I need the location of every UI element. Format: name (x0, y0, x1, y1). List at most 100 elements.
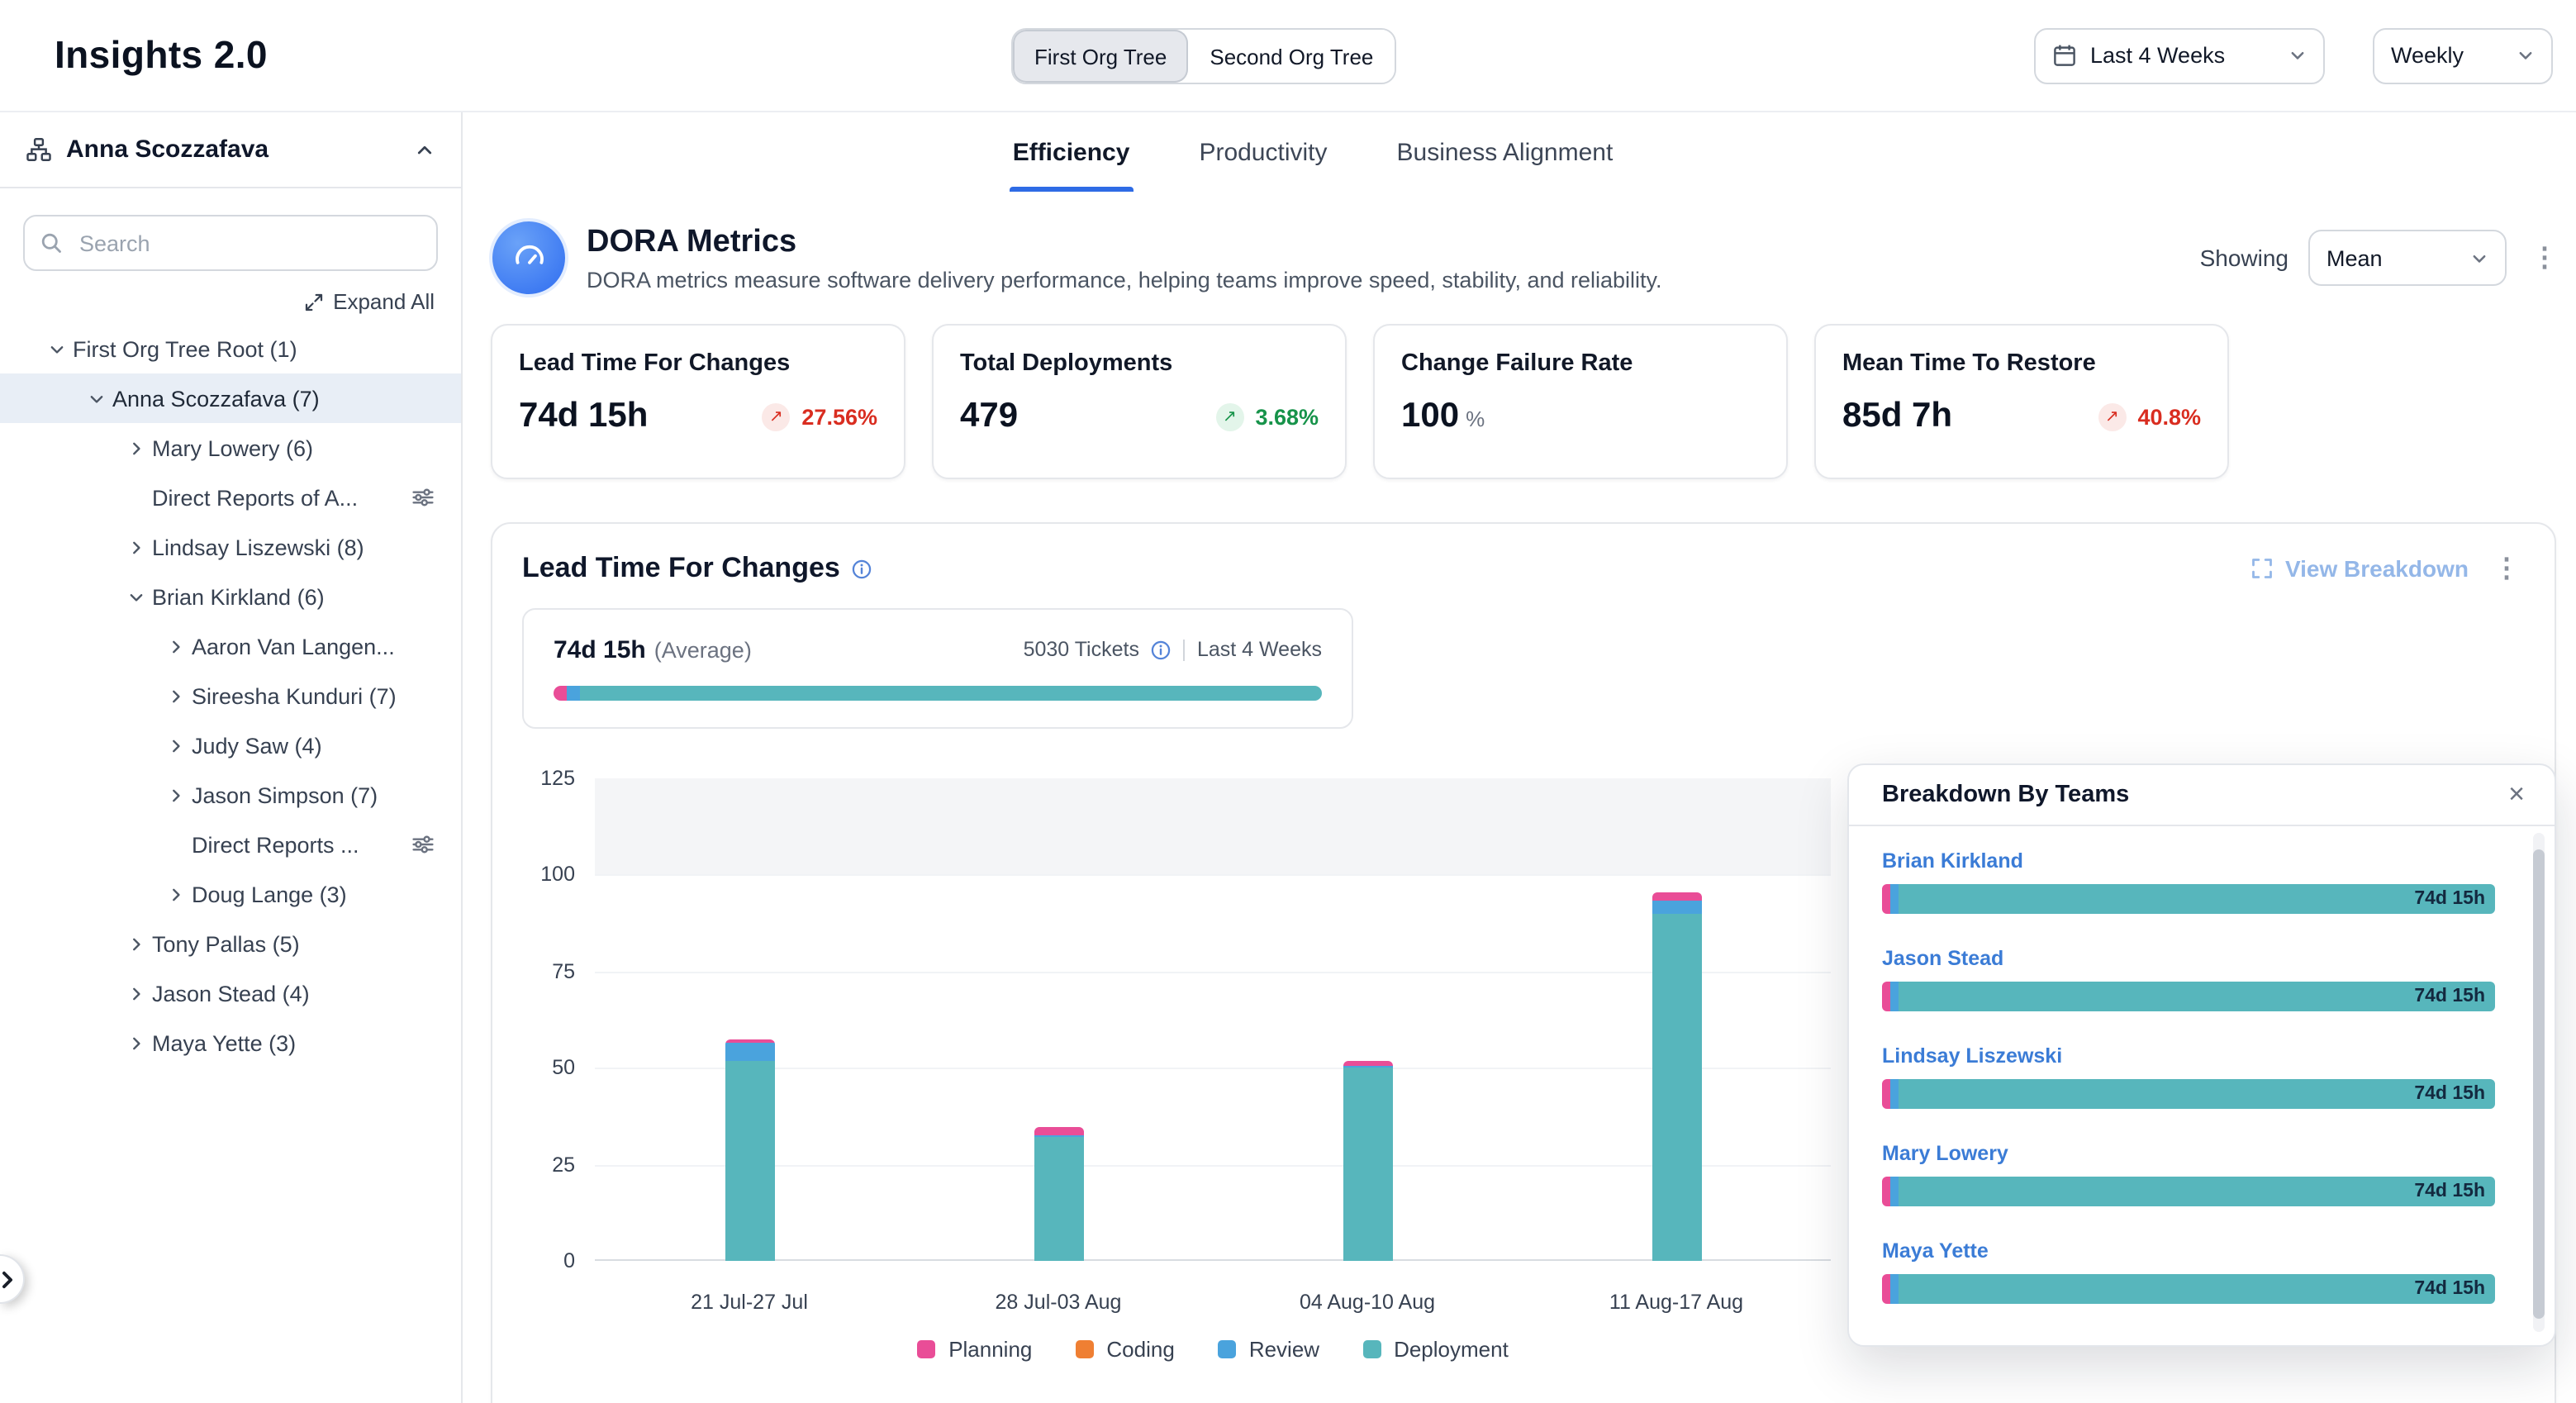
team-link[interactable]: Lindsay Liszewski (1882, 1044, 2062, 1069)
chevron-right-icon[interactable] (119, 1026, 152, 1059)
toggle-first-org-tree[interactable]: First Org Tree (1013, 30, 1188, 83)
tree-item[interactable]: Doug Lange (3) (0, 869, 461, 919)
expand-all-button[interactable]: Expand All (303, 289, 435, 314)
filter-icon[interactable] (411, 486, 435, 509)
tree-item-label: Doug Lange (3) (192, 882, 347, 906)
tree-item[interactable]: Aaron Van Langen... (0, 621, 461, 671)
more-options-icon[interactable] (2488, 552, 2525, 585)
dora-metrics-icon (492, 221, 565, 294)
chevron-right-icon[interactable] (119, 530, 152, 564)
metric-card-change-failure-rate: Change Failure Rate 100% (1373, 324, 1788, 479)
chevron-right-icon[interactable] (119, 927, 152, 960)
team-stacked-bar[interactable]: 74d 15h (1882, 1274, 2495, 1304)
metric-delta: 3.68% (1215, 402, 1319, 430)
bar-plot (595, 778, 1831, 1261)
metric-unit: % (1466, 407, 1485, 431)
tab-efficiency[interactable]: Efficiency (1010, 112, 1134, 192)
legend-item-deployment[interactable]: Deployment (1362, 1337, 1509, 1362)
metric-value: 100 (1401, 397, 1459, 435)
team-link[interactable]: Jason Stead (1882, 947, 2003, 972)
tree-item[interactable]: Jason Simpson (7) (0, 770, 461, 820)
breakdown-title: Breakdown By Teams (1882, 782, 2129, 808)
legend-item-coding[interactable]: Coding (1075, 1337, 1174, 1362)
aggregation-select[interactable]: Mean (2308, 230, 2507, 286)
team-stacked-bar[interactable]: 74d 15h (1882, 884, 2495, 914)
org-tree-icon (26, 137, 51, 162)
tree-item[interactable]: Brian Kirkland (6) (0, 572, 461, 621)
tree-item[interactable]: Anna Scozzafava (7) (0, 373, 461, 423)
tab-productivity[interactable]: Productivity (1195, 112, 1330, 192)
tree-item-label: Direct Reports of A... (152, 485, 358, 510)
chevron-down-icon[interactable] (79, 382, 112, 415)
chevron-right-icon[interactable] (119, 977, 152, 1010)
stacked-bar[interactable] (725, 1039, 774, 1261)
team-link[interactable]: Mary Lowery (1882, 1142, 2008, 1167)
x-axis-label: 11 Aug-17 Aug (1522, 1291, 1831, 1314)
chevron-down-icon (2470, 249, 2488, 267)
chevron-right-icon[interactable] (159, 679, 192, 712)
dora-title: DORA Metrics (587, 224, 1662, 260)
breakdown-items: Brian Kirkland 74d 15h Jason Stead 74d 15h L… (1882, 848, 2495, 1304)
tree-item[interactable]: Direct Reports ... (0, 820, 461, 869)
breakdown-team-row: Mary Lowery 74d 15h (1882, 1140, 2495, 1206)
chevron-right-icon[interactable] (159, 729, 192, 762)
chevron-right-icon[interactable] (159, 877, 192, 911)
tree-item[interactable]: Direct Reports of A... (0, 473, 461, 522)
chevron-up-icon[interactable] (415, 140, 435, 159)
team-bar-segment-deployment: 74d 15h (1899, 1274, 2495, 1304)
y-axis-label: 125 (522, 765, 575, 792)
tickets-count: 5030 Tickets (1024, 638, 1139, 661)
breakdown-team-row: Jason Stead 74d 15h (1882, 945, 2495, 1011)
tree-item[interactable]: First Org Tree Root (1) (0, 324, 461, 373)
team-value: 74d 15h (2414, 1182, 2495, 1201)
scrollbar-thumb[interactable] (2533, 849, 2545, 1319)
search-icon (40, 231, 63, 254)
legend-item-planning[interactable]: Planning (917, 1337, 1032, 1362)
team-bar-segment-planning (1882, 884, 1890, 914)
tree-item[interactable]: Tony Pallas (5) (0, 919, 461, 968)
team-link[interactable]: Brian Kirkland (1882, 849, 2023, 874)
chevron-right-icon[interactable] (159, 778, 192, 811)
tree-item[interactable]: Lindsay Liszewski (8) (0, 522, 461, 572)
date-range-select[interactable]: Last 4 Weeks (2034, 27, 2325, 83)
tree-item[interactable]: Mary Lowery (6) (0, 423, 461, 473)
info-icon[interactable] (852, 558, 873, 579)
tree-item[interactable]: Sireesha Kunduri (7) (0, 671, 461, 721)
stacked-bar[interactable] (1034, 1128, 1083, 1261)
team-value: 74d 15h (2414, 987, 2495, 1006)
y-axis-label: 50 (522, 1054, 575, 1081)
tree-item[interactable]: Jason Stead (4) (0, 968, 461, 1018)
info-icon[interactable] (1151, 639, 1172, 660)
expand-all-icon (303, 292, 323, 312)
team-stacked-bar[interactable]: 74d 15h (1882, 1177, 2495, 1206)
tree-item[interactable]: Maya Yette (3) (0, 1018, 461, 1068)
chevron-right-icon[interactable] (159, 630, 192, 663)
team-link[interactable]: Maya Yette (1882, 1239, 1989, 1264)
bar-segment-planning (1034, 1128, 1083, 1135)
toggle-second-org-tree[interactable]: Second Org Tree (1188, 30, 1395, 83)
more-options-icon[interactable] (2526, 241, 2563, 274)
legend-item-review[interactable]: Review (1218, 1337, 1319, 1362)
bar-segment-deployment (1652, 914, 1701, 1261)
filter-icon[interactable] (411, 833, 435, 856)
stacked-bar[interactable] (1652, 892, 1701, 1261)
legend-label: Coding (1106, 1337, 1174, 1362)
granularity-select[interactable]: Weekly (2373, 27, 2553, 83)
expand-all-row: Expand All (26, 289, 435, 314)
tab-business-alignment[interactable]: Business Alignment (1394, 112, 1617, 192)
tree-item[interactable]: Judy Saw (4) (0, 721, 461, 770)
search-input[interactable] (23, 215, 438, 271)
breakdown-header: Breakdown By Teams (1849, 765, 2555, 826)
chevron-down-icon[interactable] (119, 580, 152, 613)
view-breakdown-button[interactable]: View Breakdown (2250, 555, 2469, 582)
chevron-down-icon[interactable] (40, 332, 73, 365)
summary-bar-segment-planning (554, 686, 567, 701)
team-stacked-bar[interactable]: 74d 15h (1882, 982, 2495, 1011)
chevron-right-icon[interactable] (119, 431, 152, 464)
breakdown-team-row: Brian Kirkland 74d 15h (1882, 848, 2495, 914)
metric-title: Total Deployments (960, 350, 1319, 377)
team-stacked-bar[interactable]: 74d 15h (1882, 1079, 2495, 1109)
lead-time-summary: 74d 15h (Average) 5030 Tickets Last 4 We… (522, 608, 1353, 729)
close-icon[interactable] (2498, 778, 2535, 811)
stacked-bar[interactable] (1343, 1060, 1392, 1261)
